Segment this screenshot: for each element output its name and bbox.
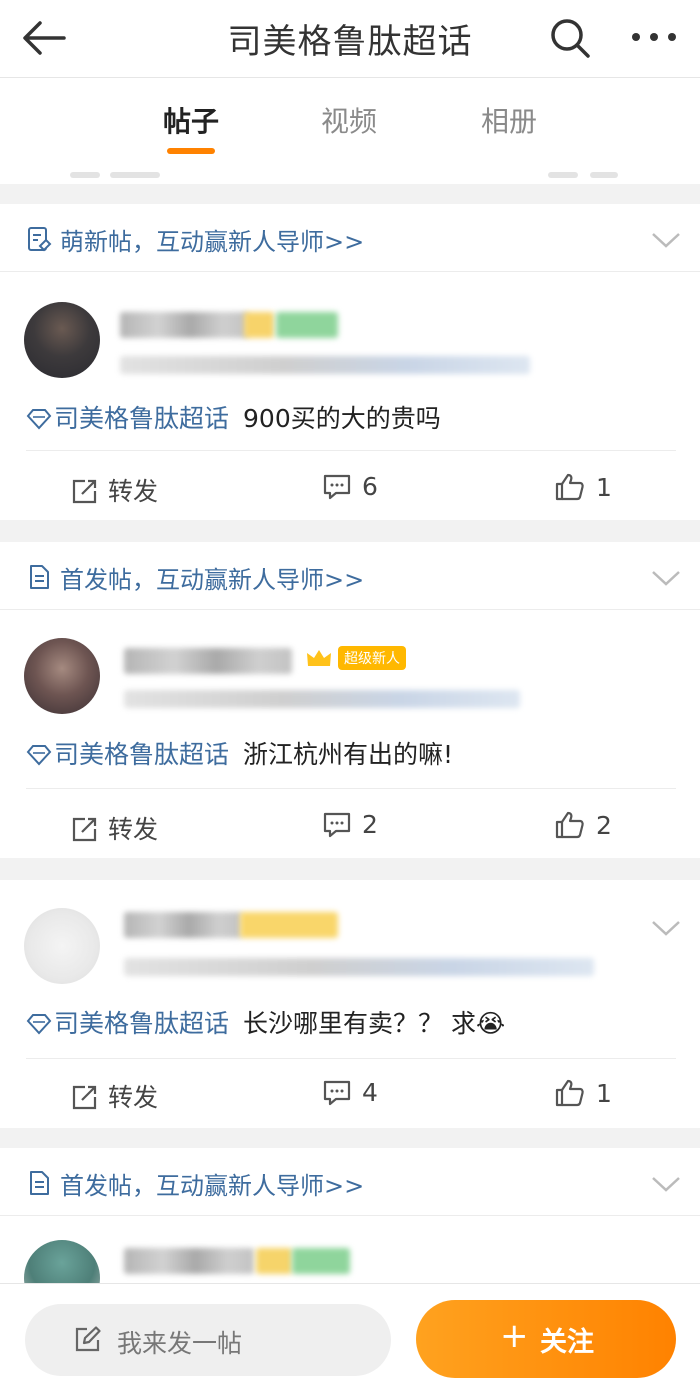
avatar[interactable]: [24, 908, 100, 984]
post-text: 长沙哪里有卖？？ 求😭: [243, 1009, 506, 1038]
post-content[interactable]: 司美格鲁肽超话 900买的大的贵吗: [26, 399, 441, 435]
post-card[interactable]: 首发帖，互动赢新人导师>> 超级新人 司美格鲁肽超话 浙江杭州有出的嘛! 转发 2…: [0, 542, 700, 858]
follow-label: 关注: [540, 1327, 594, 1358]
comment-icon: [323, 474, 351, 500]
repost-label: 转发: [108, 1083, 159, 1112]
member-badge-blurred: [240, 912, 338, 938]
divider: [26, 1058, 676, 1059]
post-meta-blurred: [124, 690, 520, 708]
top-bar: 司美格鲁肽超话: [0, 0, 700, 78]
like-button[interactable]: 2: [554, 810, 612, 840]
post-card-header-text: 首发帖，互动赢新人导师>>: [60, 566, 365, 594]
tab-albums[interactable]: 相册: [481, 100, 537, 140]
bottom-bar: 我来发一帖 + 关注: [0, 1283, 700, 1395]
topic-link[interactable]: 司美格鲁肽超话: [54, 740, 229, 769]
level-badge-blurred: [256, 1248, 292, 1274]
avatar[interactable]: [24, 638, 100, 714]
divider: [26, 788, 676, 789]
like-count: 1: [596, 1079, 612, 1108]
post-card-header[interactable]: 首发帖，互动赢新人导师>>: [0, 1148, 700, 1216]
level-badge-blurred: [244, 312, 274, 338]
supertopic-diamond-icon: [26, 745, 52, 766]
member-badge-blurred: [292, 1248, 350, 1274]
like-button[interactable]: 1: [554, 1078, 612, 1108]
post-text: 浙江杭州有出的嘛!: [243, 740, 454, 769]
repost-button[interactable]: 转发: [70, 472, 158, 508]
avatar[interactable]: [24, 1240, 100, 1283]
page-title: 司美格鲁肽超话: [227, 22, 473, 62]
tab-active-indicator: [167, 148, 215, 154]
post-text: 900买的大的贵吗: [243, 404, 441, 433]
repost-label: 转发: [108, 477, 159, 506]
topic-link[interactable]: 司美格鲁肽超话: [54, 1009, 229, 1038]
post-card-header-text: 首发帖，互动赢新人导师>>: [60, 1172, 365, 1200]
crown-icon: [307, 650, 331, 666]
supertopic-diamond-icon: [26, 409, 52, 430]
comment-count: 4: [362, 1078, 378, 1107]
post-meta-blurred: [124, 958, 594, 976]
post-card[interactable]: 萌新帖，互动赢新人导师>> 司美格鲁肽超话 900买的大的贵吗 转发 6 1: [0, 204, 700, 520]
like-count: 1: [596, 473, 612, 502]
post-card[interactable]: 司美格鲁肽超话 长沙哪里有卖？？ 求😭 转发 4 1: [0, 880, 700, 1128]
chevron-down-icon[interactable]: [650, 568, 682, 588]
post-card-header-text: 萌新帖，互动赢新人导师>>: [60, 228, 365, 256]
repost-icon: [72, 479, 97, 504]
document-icon: [30, 1171, 49, 1195]
topic-link[interactable]: 司美格鲁肽超话: [54, 404, 229, 433]
edit-icon: [75, 1326, 101, 1352]
username-blurred[interactable]: [124, 1248, 254, 1274]
repost-icon: [72, 1085, 97, 1110]
repost-label: 转发: [108, 815, 159, 844]
chevron-down-icon[interactable]: [650, 1174, 682, 1194]
post-card-header[interactable]: 首发帖，互动赢新人导师>>: [0, 542, 700, 610]
document-icon: [30, 565, 49, 589]
post-card-header[interactable]: 萌新帖，互动赢新人导师>>: [0, 204, 700, 272]
chevron-down-icon[interactable]: [650, 918, 682, 938]
status-badge: 超级新人: [338, 646, 406, 670]
scrolled-content-remnant: [548, 172, 578, 178]
comment-button[interactable]: 6: [322, 472, 378, 501]
post-meta-blurred: [120, 356, 530, 374]
supertopic-diamond-icon: [26, 1014, 52, 1035]
comment-button[interactable]: 4: [322, 1078, 378, 1107]
post-content[interactable]: 司美格鲁肽超话 浙江杭州有出的嘛!: [26, 735, 453, 771]
comment-icon: [323, 812, 351, 838]
post-content[interactable]: 司美格鲁肽超话 长沙哪里有卖？？ 求😭: [26, 1004, 505, 1040]
username-blurred[interactable]: [124, 648, 292, 674]
divider: [26, 450, 676, 451]
username-blurred[interactable]: [124, 912, 242, 938]
comment-icon: [323, 1080, 351, 1106]
repost-button[interactable]: 转发: [70, 810, 158, 846]
like-button[interactable]: 1: [554, 472, 612, 502]
compose-post-button[interactable]: 我来发一帖: [25, 1304, 391, 1376]
follow-button[interactable]: + 关注: [416, 1300, 676, 1378]
comment-count: 2: [362, 810, 378, 839]
repost-button[interactable]: 转发: [70, 1078, 158, 1114]
post-card[interactable]: 首发帖，互动赢新人导师>>: [0, 1148, 700, 1283]
tab-posts[interactable]: 帖子: [163, 100, 219, 140]
scrolled-content-remnant: [110, 172, 160, 178]
avatar[interactable]: [24, 302, 100, 378]
chevron-down-icon[interactable]: [650, 230, 682, 250]
more-horizontal-icon[interactable]: [628, 22, 680, 52]
thumbs-up-icon: [555, 1079, 584, 1107]
username-blurred[interactable]: [120, 312, 248, 338]
tab-videos[interactable]: 视频: [321, 100, 377, 140]
scrolled-content-remnant: [590, 172, 618, 178]
scrolled-content-remnant: [70, 172, 100, 178]
repost-icon: [72, 817, 97, 842]
comment-button[interactable]: 2: [322, 810, 378, 839]
plus-icon: +: [500, 1316, 529, 1356]
compose-post-label: 我来发一帖: [117, 1329, 243, 1358]
comment-count: 6: [362, 472, 378, 501]
member-badge-blurred: [276, 312, 338, 338]
like-count: 2: [596, 811, 612, 840]
thumbs-up-icon: [555, 473, 584, 501]
new-post-icon: [28, 227, 52, 252]
thumbs-up-icon: [555, 811, 584, 839]
tab-bar: 帖子 视频 相册: [0, 78, 700, 184]
search-icon[interactable]: [548, 16, 592, 60]
